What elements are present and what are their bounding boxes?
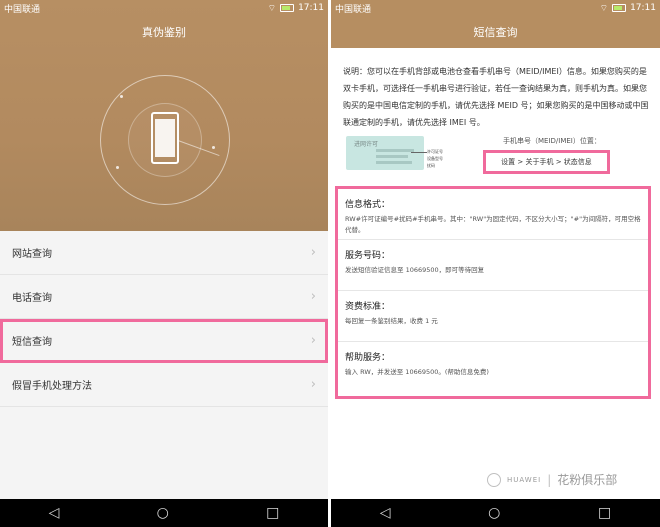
license-labels: 许可证号 设备型号 扰码 (427, 148, 443, 169)
section-body: 每回复一条鉴别结果，收费 1 元 (345, 317, 438, 325)
info-section-service-number: 服务号码： 发送短信验证信息至 10669500，即可等待回复 (338, 240, 648, 291)
left-header: 中国联通 ⌔ 17:11 真伪鉴别 (0, 0, 328, 231)
watermark-divider: | (547, 472, 552, 487)
info-section-help: 帮助服务： 输入 RW，并发送至 10669500。(帮助信息免费) (338, 342, 648, 393)
clock: 17:11 (630, 3, 656, 13)
license-label-item: 许可证号 (427, 149, 443, 154)
authenticity-screen: 中国联通 ⌔ 17:11 真伪鉴别 网站查询 › 电话查询 › 短信查询 › 假… (0, 0, 328, 527)
chevron-right-icon: › (310, 377, 316, 392)
recent-apps-icon[interactable]: □ (598, 506, 611, 520)
card-bar (376, 155, 408, 158)
page-title: 真伪鉴别 (142, 26, 186, 39)
card-bar (376, 161, 412, 164)
home-icon[interactable]: ○ (488, 506, 500, 520)
carrier-label: 中国联通 (335, 4, 372, 15)
phone-icon (151, 112, 179, 164)
menu-item-phone-query[interactable]: 电话查询 › (0, 275, 328, 319)
recent-apps-icon[interactable]: □ (266, 506, 279, 520)
wifi-icon: ⌔ (267, 3, 277, 14)
section-body: 发送短信验证信息至 10669500，即可等待回复 (345, 266, 485, 274)
navigation-bar: ◁ ○ □ (331, 499, 660, 527)
chevron-right-icon: › (310, 289, 316, 304)
sparkle-dot (120, 95, 123, 98)
back-icon[interactable]: ◁ (380, 506, 391, 520)
query-menu: 网站查询 › 电话查询 › 短信查询 › 假冒手机处理方法 › (0, 231, 328, 407)
section-heading: 资费标准： (345, 302, 391, 312)
menu-item-label: 假冒手机处理方法 (12, 381, 92, 392)
imei-location-label: 手机串号（MEID/IMEI）位置： (503, 137, 601, 145)
huawei-logo-icon (487, 472, 501, 487)
settings-path: 设置 > 关于手机 > 状态信息 (483, 150, 610, 174)
section-body: 输入 RW，并发送至 10669500。(帮助信息免费) (345, 368, 489, 376)
info-section-format: 信息格式： RW#许可证编号#扰码#手机串号。其中："RW"为固定代码，不区分大… (338, 189, 648, 240)
sms-info-box: 信息格式： RW#许可证编号#扰码#手机串号。其中："RW"为固定代码，不区分大… (335, 186, 651, 399)
instructions-text: 说明：您可以在手机背部或电池仓查看手机串号（MEID/IMEI）信息。如果您购买… (343, 67, 649, 127)
status-bar: 中国联通 ⌔ 17:11 (0, 0, 328, 16)
watermark-text: 花粉俱乐部 (557, 473, 618, 487)
card-bar (376, 149, 414, 152)
license-label-image: 进网许可 (346, 136, 424, 170)
navigation-bar: ◁ ○ □ (0, 499, 328, 527)
license-label-item: 扰码 (427, 163, 435, 168)
carrier-label: 中国联通 (4, 4, 41, 15)
status-bar: 中国联通 ⌔ 17:11 (331, 0, 660, 16)
section-heading: 信息格式： (345, 200, 391, 210)
back-icon[interactable]: ◁ (49, 506, 60, 520)
watermark-brand: HUAWEI (507, 475, 542, 484)
home-icon[interactable]: ○ (157, 506, 169, 520)
license-card-title: 进网许可 (354, 141, 379, 148)
section-heading: 服务号码： (345, 251, 391, 261)
menu-item-label: 网站查询 (12, 249, 52, 260)
menu-item-website-query[interactable]: 网站查询 › (0, 231, 328, 275)
info-section-fees: 资费标准： 每回复一条鉴别结果，收费 1 元 (338, 291, 648, 342)
clock: 17:11 (298, 3, 324, 13)
menu-item-label: 短信查询 (12, 337, 52, 348)
sparkle-dot (212, 146, 215, 149)
battery-icon (280, 4, 295, 12)
chevron-right-icon: › (310, 245, 316, 260)
battery-icon (612, 4, 627, 12)
wifi-icon: ⌔ (599, 3, 609, 14)
license-label-item: 设备型号 (427, 156, 443, 161)
screenshot-root: 中国联通 ⌔ 17:11 真伪鉴别 网站查询 › 电话查询 › 短信查询 › 假… (0, 0, 660, 527)
menu-item-sms-query[interactable]: 短信查询 › (0, 319, 328, 363)
callout-line (411, 152, 427, 153)
section-heading: 帮助服务： (345, 353, 391, 363)
section-body: RW#许可证编号#扰码#手机串号。其中："RW"为固定代码，不区分大小写；"#"… (345, 215, 641, 234)
chevron-right-icon: › (310, 333, 316, 348)
sparkle-dot (116, 166, 119, 169)
sms-query-screen: 中国联通 ⌔ 17:11 短信查询 说明：您可以在手机背部或电池仓查看手机串号（… (331, 0, 660, 527)
menu-item-counterfeit-handling[interactable]: 假冒手机处理方法 › (0, 363, 328, 407)
right-header: 中国联通 ⌔ 17:11 短信查询 (331, 0, 660, 48)
page-title: 短信查询 (473, 26, 518, 39)
menu-item-label: 电话查询 (12, 293, 52, 304)
watermark: HUAWEI | 花粉俱乐部 (487, 471, 617, 488)
